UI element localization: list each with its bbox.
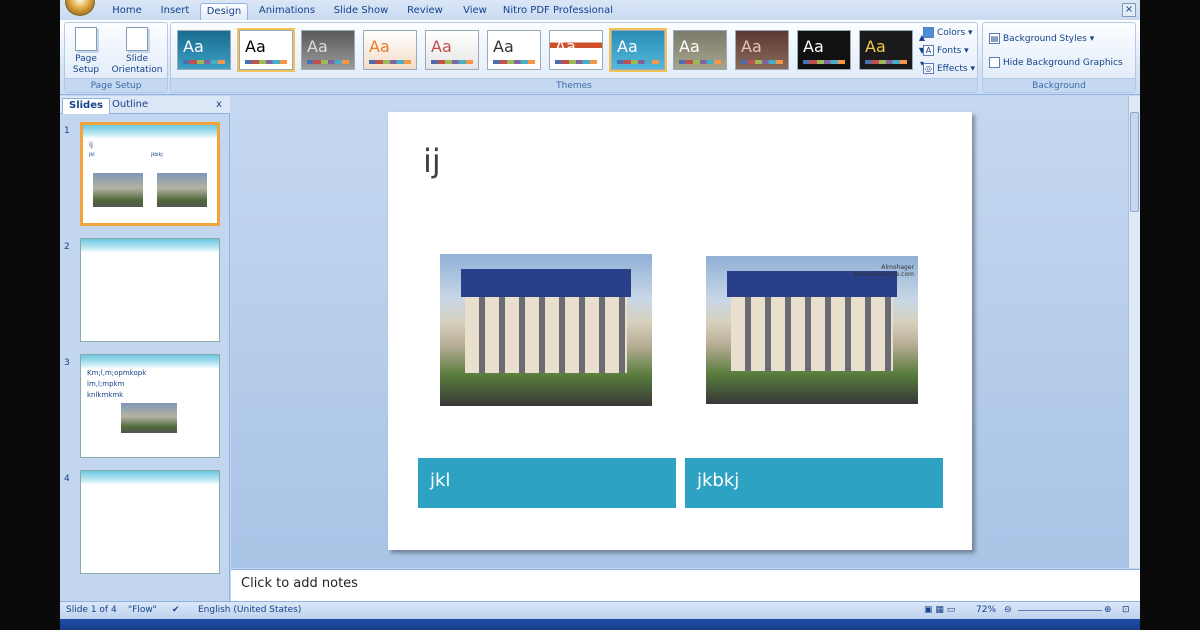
background-group-label: Background	[983, 78, 1135, 92]
theme-thumbnail[interactable]: Aa	[797, 30, 851, 70]
windows-taskbar	[60, 619, 1140, 630]
building-picture-right[interactable]: Almohager www.nileestate.com	[706, 256, 918, 404]
picture-watermark: Almohager www.nileestate.com	[853, 264, 914, 278]
tab-slide-show[interactable]: Slide Show	[326, 3, 396, 20]
theme-name: "Flow"	[128, 605, 157, 615]
page-setup-label: Page Setup	[72, 54, 100, 75]
caption-box-left[interactable]: jkl	[418, 458, 676, 508]
theme-flow-thumbnail[interactable]: Aa	[609, 28, 667, 72]
caption-box-right[interactable]: jkbkj	[685, 458, 943, 508]
background-group: ▤ Background Styles ▾ Hide Background Gra…	[982, 22, 1136, 93]
effects-button[interactable]: ◎ Effects ▾	[923, 61, 975, 77]
tab-review[interactable]: Review	[402, 3, 448, 20]
page-setup-button[interactable]: Page Setup	[67, 27, 105, 76]
theme-thumbnail[interactable]: Aa	[859, 30, 913, 70]
tab-view[interactable]: View	[456, 3, 494, 20]
thumbnail-picture	[157, 173, 207, 207]
zoom-out-icon[interactable]: ⊖	[1004, 605, 1012, 615]
tab-nitro-pdf[interactable]: Nitro PDF Professional	[502, 3, 614, 20]
tab-slides[interactable]: Slides	[62, 98, 110, 114]
colors-button[interactable]: Colors ▾	[923, 25, 973, 41]
theme-thumbnail[interactable]: Aa	[363, 30, 417, 70]
pane-tabs: Slides Outline x	[60, 96, 230, 114]
theme-thumbnail[interactable]: Aa	[177, 30, 231, 70]
themes-group: Aa Aa Aa Aa Aa Aa Aa Aa Aa Aa Aa Aa ▲ ▼ ▾ …	[170, 22, 978, 93]
slide-number: 2	[64, 242, 70, 252]
theme-thumbnail[interactable]: Aa	[237, 28, 295, 72]
language-indicator: English (United States)	[198, 605, 302, 615]
theme-thumbnail[interactable]: Aa	[425, 30, 479, 70]
fit-slide-icon[interactable]: ⊡	[1122, 605, 1130, 615]
close-pane-icon[interactable]: x	[210, 98, 228, 114]
vertical-scrollbar[interactable]	[1128, 96, 1140, 568]
slide-thumbnail-1[interactable]: ij jkl jkbkj	[80, 122, 220, 226]
slide-editing-area: ij Almohager www.nileestate.com jkl jkbk…	[231, 96, 1128, 568]
notes-pane[interactable]: Click to add notes	[231, 569, 1140, 601]
slide-thumbnail-2[interactable]	[80, 238, 220, 342]
fonts-icon: A	[923, 45, 934, 56]
slide-counter: Slide 1 of 4	[66, 605, 117, 615]
tab-animations[interactable]: Animations	[256, 3, 318, 20]
background-styles-icon: ▤	[989, 33, 1000, 44]
colors-icon	[923, 27, 934, 38]
themes-group-label: Themes	[171, 78, 977, 92]
page-setup-icon	[75, 27, 97, 51]
zoom-in-icon[interactable]: ⊕	[1104, 605, 1112, 615]
status-bar: Slide 1 of 4 "Flow" ✔ English (United St…	[60, 601, 1140, 619]
fonts-button[interactable]: A Fonts ▾	[923, 43, 969, 59]
checkbox-icon	[989, 57, 1000, 68]
scrollbar-thumb[interactable]	[1130, 112, 1139, 212]
slide-orientation-icon	[126, 27, 148, 51]
thumbnail-picture	[93, 173, 143, 207]
effects-icon: ◎	[923, 63, 934, 74]
close-icon[interactable]: ×	[1122, 3, 1136, 17]
building-picture-left[interactable]	[440, 254, 652, 406]
ribbon: Page Setup Slide Orientation ▾ Page Setu…	[60, 20, 1140, 95]
theme-thumbnail[interactable]: Aa	[549, 30, 603, 70]
zoom-level[interactable]: 72%	[976, 605, 996, 615]
slide-number: 3	[64, 358, 70, 368]
page-setup-group: Page Setup Slide Orientation ▾ Page Setu…	[64, 22, 168, 93]
theme-thumbnail[interactable]: Aa	[487, 30, 541, 70]
tab-insert[interactable]: Insert	[152, 3, 198, 20]
slides-pane: Slides Outline x 1 ij jkl jkbkj 2 3 Km;l…	[60, 96, 230, 601]
ribbon-tab-bar: Home Insert Design Animations Slide Show…	[60, 0, 1140, 20]
slide-thumbnail-4[interactable]	[80, 470, 220, 574]
background-styles-button[interactable]: ▤ Background Styles ▾	[989, 31, 1094, 47]
tab-outline[interactable]: Outline	[106, 98, 154, 114]
tab-home[interactable]: Home	[105, 3, 149, 20]
theme-thumbnail[interactable]: Aa	[673, 30, 727, 70]
zoom-slider[interactable]	[1018, 610, 1102, 611]
slide-title[interactable]: ij	[423, 142, 441, 180]
right-letterbox	[1140, 0, 1200, 630]
page-setup-group-label: Page Setup	[65, 78, 167, 92]
slide-thumbnail-3[interactable]: Km;l,m;opmkopk lm,l;mpkm knlkmkmk	[80, 354, 220, 458]
theme-thumbnail[interactable]: Aa	[735, 30, 789, 70]
left-letterbox	[0, 0, 60, 630]
powerpoint-window: Home Insert Design Animations Slide Show…	[60, 0, 1140, 630]
current-slide[interactable]: ij Almohager www.nileestate.com jkl jkbk…	[388, 112, 972, 550]
slide-number: 4	[64, 474, 70, 484]
office-button-icon[interactable]	[65, 0, 95, 16]
theme-thumbnail[interactable]: Aa	[301, 30, 355, 70]
slide-orientation-label: Slide Orientation	[111, 54, 163, 75]
spell-check-icon[interactable]: ✔	[172, 605, 180, 615]
tab-design[interactable]: Design	[200, 3, 248, 20]
view-buttons-icon[interactable]: ▣ ▦ ▭	[924, 605, 955, 615]
slide-number: 1	[64, 126, 70, 136]
thumbnail-picture	[121, 403, 177, 433]
hide-background-graphics-checkbox[interactable]: Hide Background Graphics	[989, 55, 1123, 71]
